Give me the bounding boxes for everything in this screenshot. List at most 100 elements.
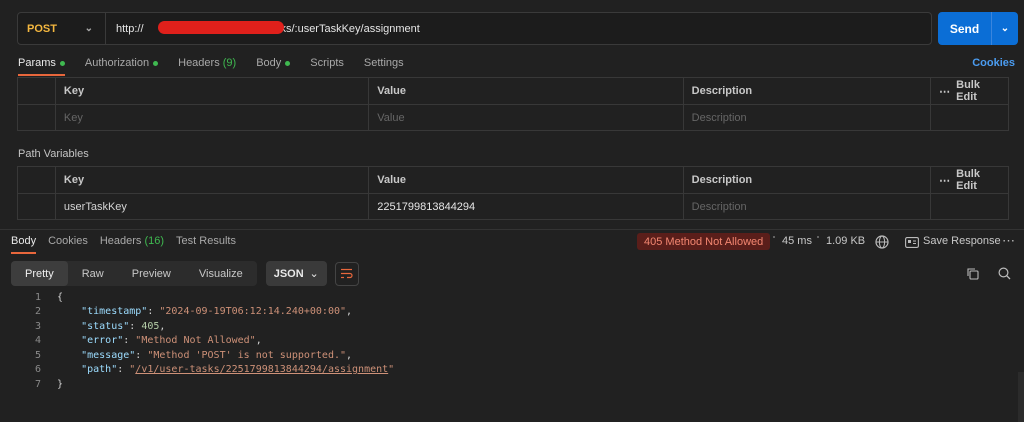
path-variables-table: Key Value Description ⋯ Bulk Edit userTas… xyxy=(17,166,1009,220)
pane-divider[interactable] xyxy=(0,229,1024,230)
format-select[interactable]: JSON ⌄ xyxy=(265,261,327,286)
bulk-edit-button[interactable]: ⋯ Bulk Edit xyxy=(930,167,1008,193)
code-text: { xyxy=(57,291,64,303)
status-badge[interactable]: 405 Method Not Allowed xyxy=(637,233,771,250)
save-response-button[interactable]: Save Response xyxy=(923,235,1001,247)
json-key: "path" xyxy=(81,364,118,376)
more-icon[interactable]: ⋯ xyxy=(1002,233,1015,249)
view-visualize[interactable]: Visualize xyxy=(185,261,257,286)
value-input[interactable]: Value xyxy=(368,105,682,130)
path-variables-heading: Path Variables xyxy=(18,148,89,160)
column-value: Value xyxy=(368,78,682,104)
json-string: "2024-09-19T06:12:14.240+00:00" xyxy=(159,306,347,318)
tab-response-body[interactable]: Body xyxy=(11,235,37,254)
line-number: 2 xyxy=(34,306,41,318)
tab-label: Body xyxy=(256,57,282,69)
key-input[interactable]: Key xyxy=(54,105,368,130)
wrap-lines-button[interactable] xyxy=(334,261,359,286)
bulk-edit-label: Bulk Edit xyxy=(956,79,980,103)
json-key: "message" xyxy=(81,349,136,361)
tab-response-cookies[interactable]: Cookies xyxy=(48,235,88,254)
view-preview[interactable]: Preview xyxy=(118,261,185,286)
send-label: Send xyxy=(938,12,992,45)
column-description: Description xyxy=(682,167,931,193)
code-text: "path": "/v1/user-tasks/2251799813844294… xyxy=(81,364,395,376)
json-link[interactable]: /v1/user-tasks/2251799813844294/assignme… xyxy=(135,364,388,375)
json-string: "Method 'POST' is not supported." xyxy=(147,349,347,361)
code-text: "status": 405, xyxy=(81,320,166,332)
json-number: 405 xyxy=(141,320,160,332)
row-checkbox xyxy=(18,194,55,219)
value-input[interactable]: 2251799813844294 xyxy=(368,194,682,219)
tab-test-results[interactable]: Test Results xyxy=(176,235,236,254)
separator-dot xyxy=(773,236,775,238)
code-line: 5 "message": "Method 'POST' is not suppo… xyxy=(0,348,1024,363)
response-toolbar: Pretty Raw Preview Visualize JSON ⌄ xyxy=(11,261,359,286)
url-bar: POST ⌄ xyxy=(17,12,932,45)
tab-response-headers[interactable]: Headers (16) xyxy=(100,235,164,254)
bulk-edit-button[interactable]: ⋯ Bulk Edit xyxy=(930,78,1008,104)
tab-label: Cookies xyxy=(48,235,88,247)
view-pretty[interactable]: Pretty xyxy=(11,261,68,286)
globe-icon[interactable] xyxy=(874,234,890,250)
request-tabs: Params Authorization Headers (9) Body Sc… xyxy=(18,57,404,76)
row-checkbox xyxy=(18,105,55,130)
code-text: "timestamp": "2024-09-19T06:12:14.240+00… xyxy=(81,306,353,318)
method-select[interactable]: POST ⌄ xyxy=(18,13,106,44)
more-icon[interactable]: ⋯ xyxy=(939,174,950,187)
tab-label: Scripts xyxy=(310,57,344,69)
tab-authorization[interactable]: Authorization xyxy=(85,57,159,75)
code-line: 6 "path": "/v1/user-tasks/22517998138442… xyxy=(0,363,1024,378)
code-text: "message": "Method 'POST' is not support… xyxy=(81,349,353,361)
send-button[interactable]: Send ⌄ xyxy=(938,12,1018,45)
format-label: JSON xyxy=(273,267,304,280)
copy-icon[interactable] xyxy=(966,267,980,281)
bulk-edit-label: Bulk Edit xyxy=(956,168,980,192)
code-text: } xyxy=(57,378,64,390)
table-header-row: Key Value Description ⋯ Bulk Edit xyxy=(18,78,1008,104)
tab-scripts[interactable]: Scripts xyxy=(310,57,344,75)
tab-label: Test Results xyxy=(176,235,236,247)
redaction-mark xyxy=(158,21,284,34)
line-number: 3 xyxy=(34,320,41,332)
tab-label: Params xyxy=(18,57,56,69)
description-input[interactable]: Description xyxy=(682,105,931,130)
cookies-link[interactable]: Cookies xyxy=(972,57,1015,69)
row-actions xyxy=(930,194,1008,219)
column-key: Key xyxy=(54,78,368,104)
code-line: 1{ xyxy=(0,290,1024,305)
code-line: 4 "error": "Method Not Allowed", xyxy=(0,334,1024,349)
response-time[interactable]: 45 ms xyxy=(782,235,812,247)
json-string: "Method Not Allowed" xyxy=(135,335,256,347)
table-row: userTaskKey 2251799813844294 Description xyxy=(18,193,1008,219)
response-body[interactable]: 1{ 2 "timestamp": "2024-09-19T06:12:14.2… xyxy=(0,290,1024,392)
checkbox-column xyxy=(18,167,55,193)
column-key: Key xyxy=(54,167,368,193)
column-description: Description xyxy=(682,78,931,104)
line-number: 6 xyxy=(34,364,41,376)
tab-body[interactable]: Body xyxy=(256,57,291,75)
table-header-row: Key Value Description ⋯ Bulk Edit xyxy=(18,167,1008,193)
more-icon[interactable]: ⋯ xyxy=(939,85,950,98)
chevron-down-icon[interactable]: ⌄ xyxy=(992,12,1018,45)
status-dot xyxy=(153,60,159,66)
view-raw[interactable]: Raw xyxy=(68,261,118,286)
view-mode-group: Pretty Raw Preview Visualize xyxy=(11,261,257,286)
line-number: 7 xyxy=(34,378,41,390)
tab-headers[interactable]: Headers (9) xyxy=(178,57,236,75)
tab-params[interactable]: Params xyxy=(18,57,65,76)
tab-count: (16) xyxy=(144,235,165,247)
response-size[interactable]: 1.09 KB xyxy=(826,235,865,247)
separator-dot xyxy=(817,236,819,238)
tab-label: Settings xyxy=(363,57,404,69)
status-dot xyxy=(285,60,291,66)
query-params-table: Key Value Description ⋯ Bulk Edit Key Val… xyxy=(17,77,1009,131)
chevron-down-icon: ⌄ xyxy=(84,23,93,34)
tab-count: (9) xyxy=(222,57,237,69)
json-key: "error" xyxy=(81,335,124,347)
save-response-icon[interactable] xyxy=(904,235,920,249)
scrollbar[interactable] xyxy=(1018,372,1024,422)
search-icon[interactable] xyxy=(997,266,1012,281)
tab-settings[interactable]: Settings xyxy=(364,57,404,75)
description-input[interactable]: Description xyxy=(682,194,931,219)
